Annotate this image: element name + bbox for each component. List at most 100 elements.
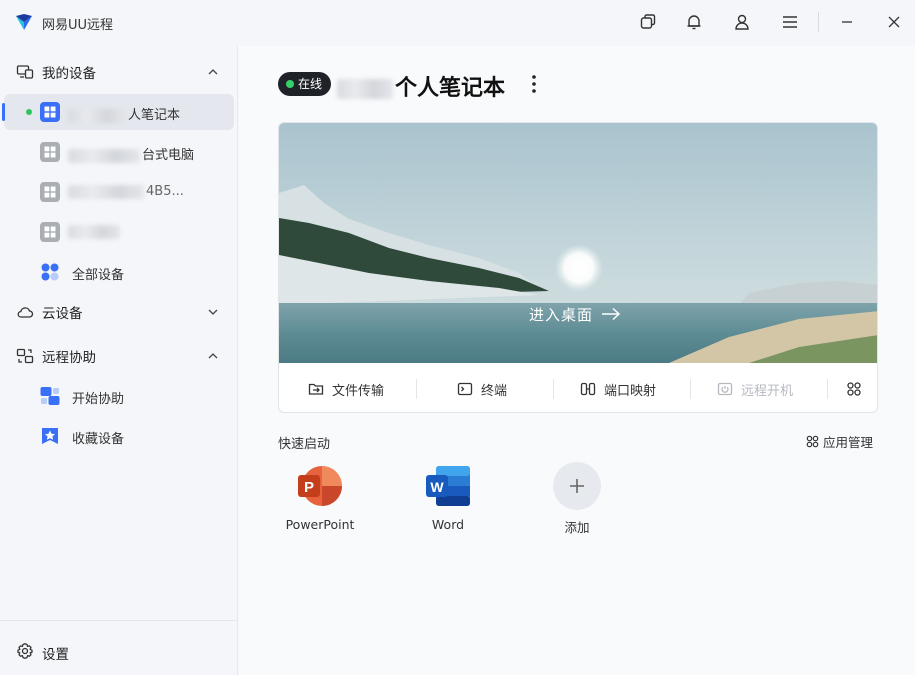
redacted-text bbox=[68, 184, 144, 199]
folder-transfer-icon bbox=[308, 383, 324, 395]
terminal-button[interactable]: 终端 bbox=[457, 378, 507, 400]
windows-icon bbox=[40, 102, 60, 122]
user-icon bbox=[735, 14, 749, 30]
devices-icon bbox=[16, 65, 34, 79]
sidebar-device-desktop[interactable]: 台式电脑 bbox=[4, 134, 234, 170]
grid-icon bbox=[806, 435, 819, 448]
quick-app-label: PowerPoint bbox=[285, 517, 355, 532]
desktop-preview[interactable]: 进入桌面 bbox=[279, 123, 877, 363]
device-name: 人笔记本 bbox=[68, 104, 180, 123]
grid-icon bbox=[847, 382, 861, 396]
port-mapping-icon bbox=[580, 382, 596, 396]
sidebar-all-devices[interactable]: 全部设备 bbox=[4, 254, 234, 290]
app-title: 网易UU远程 bbox=[42, 18, 114, 33]
start-assist-label: 开始协助 bbox=[72, 392, 125, 407]
device-name: 4B5... bbox=[68, 184, 184, 199]
minimize-icon bbox=[842, 21, 852, 23]
bell-icon bbox=[687, 15, 701, 30]
quick-app-label: Word bbox=[431, 517, 465, 532]
device-name-suffix: 台式电脑 bbox=[142, 148, 195, 163]
quick-app-add[interactable]: 添加 bbox=[532, 462, 622, 538]
favorite-star-icon bbox=[42, 428, 58, 444]
port-mapping-button[interactable]: 端口映射 bbox=[580, 378, 656, 400]
cloud-icon bbox=[17, 307, 34, 318]
section-remote-assist[interactable]: 远程协助 bbox=[0, 338, 238, 374]
enter-desktop-button[interactable]: 进入桌面 bbox=[529, 303, 621, 325]
plus-icon bbox=[553, 462, 601, 510]
chevron-down-icon[interactable] bbox=[206, 305, 220, 319]
app-manage-button[interactable]: 应用管理 bbox=[806, 432, 873, 451]
status-text: 在线 bbox=[298, 77, 323, 91]
status-badge: 在线 bbox=[278, 72, 332, 96]
redacted-text bbox=[68, 224, 120, 239]
minimize-button[interactable] bbox=[836, 11, 858, 33]
enter-desktop-label: 进入桌面 bbox=[529, 305, 594, 324]
quick-app-label: 添加 bbox=[564, 520, 590, 535]
main-panel: 在线 个人笔记本 进入桌面 文件传输 终端 端口映射 远程开机 快速启动 应用管… bbox=[239, 46, 915, 675]
close-icon bbox=[888, 16, 900, 28]
action-divider bbox=[827, 379, 828, 399]
terminal-icon bbox=[457, 382, 473, 396]
sidebar-favorite-devices[interactable]: 收藏设备 bbox=[4, 418, 234, 454]
close-button[interactable] bbox=[883, 11, 905, 33]
terminal-label: 终端 bbox=[481, 383, 508, 399]
redacted-text bbox=[337, 79, 393, 99]
page-title: 个人笔记本 bbox=[337, 70, 505, 102]
sidebar: 我的设备 人笔记本 台式电脑 4B5... 全部设备 云设备 远程协助 开始协助… bbox=[0, 46, 238, 675]
online-dot bbox=[286, 80, 294, 88]
settings-button[interactable]: 设置 bbox=[0, 634, 238, 668]
notifications-button[interactable] bbox=[683, 11, 705, 33]
action-divider bbox=[416, 379, 417, 399]
menu-icon bbox=[783, 16, 797, 28]
device-name: 台式电脑 bbox=[68, 144, 194, 163]
sidebar-device-fourth[interactable] bbox=[4, 214, 234, 250]
all-devices-icon bbox=[41, 263, 59, 281]
section-cloud-devices[interactable]: 云设备 bbox=[0, 294, 238, 330]
device-action-bar: 文件传输 终端 端口映射 远程开机 bbox=[279, 363, 877, 412]
file-transfer-label: 文件传输 bbox=[332, 383, 385, 399]
windows-icon bbox=[40, 182, 60, 202]
device-card: 进入桌面 文件传输 终端 端口映射 远程开机 bbox=[278, 122, 878, 413]
quick-app-powerpoint[interactable]: P PowerPoint bbox=[275, 462, 365, 538]
device-name bbox=[68, 224, 122, 239]
account-button[interactable] bbox=[731, 11, 753, 33]
windows-icon bbox=[40, 142, 60, 162]
remote-assist-icon bbox=[16, 348, 34, 364]
sidebar-device-third[interactable]: 4B5... bbox=[4, 174, 234, 210]
sidebar-start-assist[interactable]: 开始协助 bbox=[4, 378, 234, 414]
action-divider bbox=[690, 379, 691, 399]
powerpoint-icon: P bbox=[298, 466, 342, 506]
window-restore-icon bbox=[640, 14, 656, 29]
more-options-icon[interactable] bbox=[526, 72, 542, 96]
action-divider bbox=[553, 379, 554, 399]
window-restore-button[interactable] bbox=[637, 11, 659, 33]
menu-button[interactable] bbox=[779, 11, 801, 33]
device-name-suffix: 4B5... bbox=[146, 184, 184, 199]
title-bar: 网易UU远程 bbox=[0, 0, 915, 46]
arrow-right-icon bbox=[602, 307, 621, 321]
page-title-suffix: 个人笔记本 bbox=[395, 76, 506, 101]
port-mapping-label: 端口映射 bbox=[604, 383, 657, 399]
desktop-wallpaper bbox=[279, 123, 877, 363]
chevron-up-icon[interactable] bbox=[206, 349, 220, 363]
section-remote-assist-label: 远程协助 bbox=[42, 350, 96, 366]
section-my-devices[interactable]: 我的设备 bbox=[0, 54, 238, 90]
more-actions-button[interactable] bbox=[846, 378, 870, 400]
svg-text:W: W bbox=[430, 479, 444, 495]
quick-app-word[interactable]: W Word bbox=[403, 462, 493, 538]
sidebar-device-laptop[interactable]: 人笔记本 bbox=[2, 94, 234, 130]
app-logo bbox=[16, 14, 32, 30]
file-transfer-button[interactable]: 文件传输 bbox=[308, 378, 384, 400]
active-indicator bbox=[2, 103, 5, 121]
chevron-up-icon[interactable] bbox=[206, 65, 220, 79]
all-devices-label: 全部设备 bbox=[72, 268, 125, 283]
remote-boot-button[interactable]: 远程开机 bbox=[717, 378, 793, 400]
word-icon: W bbox=[426, 466, 470, 506]
redacted-text bbox=[68, 108, 126, 123]
settings-label: 设置 bbox=[42, 647, 69, 663]
section-cloud-devices-label: 云设备 bbox=[42, 306, 83, 322]
app-manage-label: 应用管理 bbox=[823, 435, 874, 450]
power-icon bbox=[717, 382, 733, 396]
online-dot bbox=[26, 109, 32, 115]
quick-launch-title: 快速启动 bbox=[278, 437, 331, 452]
